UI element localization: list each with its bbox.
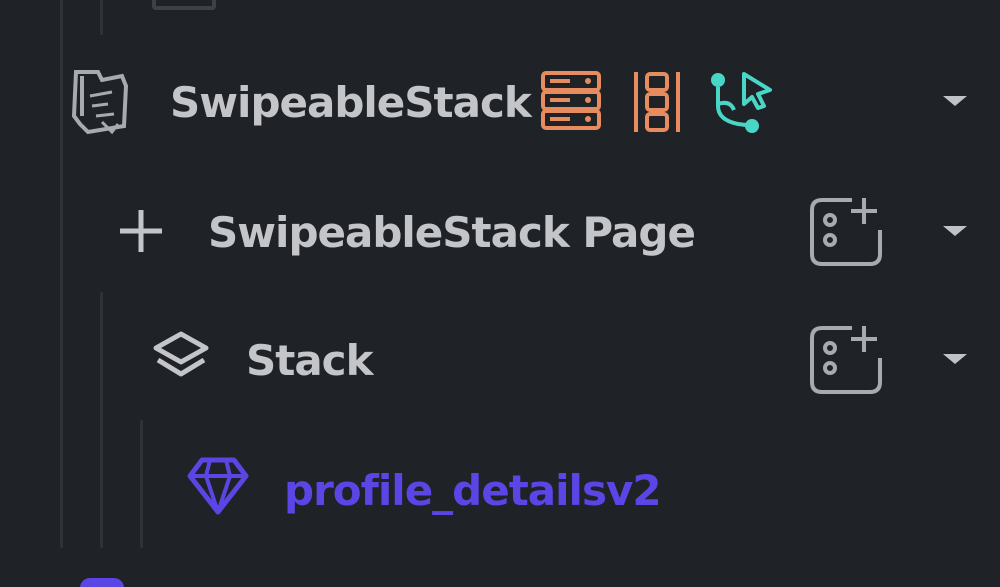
partial-tree-icon <box>80 578 124 587</box>
tree-row-swipeablestack[interactable]: SwipeableStack <box>0 60 1000 150</box>
tree-item-label: profile_detailsv2 <box>284 466 662 515</box>
action-flow-icon[interactable] <box>708 70 776 134</box>
dropdown-caret-icon[interactable] <box>943 96 967 106</box>
dropdown-caret-icon[interactable] <box>943 354 967 364</box>
partial-widget-icon <box>152 0 216 10</box>
dropdown-caret-icon[interactable] <box>943 226 967 236</box>
tree-row-swipeablestack-page[interactable]: SwipeableStack Page <box>0 190 1000 280</box>
add-icon[interactable] <box>118 208 164 254</box>
tree-row-stack[interactable]: Stack <box>0 318 1000 408</box>
add-child-widget-icon[interactable] <box>808 194 884 268</box>
layers-icon <box>152 330 210 388</box>
tree-item-label: Stack <box>246 336 373 385</box>
add-child-widget-icon[interactable] <box>808 322 884 396</box>
component-diamond-icon <box>186 454 250 518</box>
tree-item-label: SwipeableStack Page <box>208 208 696 257</box>
tree-row-profile-detailsv2[interactable]: profile_detailsv2 <box>0 448 1000 538</box>
backend-query-icon[interactable] <box>540 70 602 132</box>
custom-widget-icon <box>68 66 134 138</box>
tree-item-label: SwipeableStack <box>170 78 532 127</box>
tree-guide-line <box>100 0 103 35</box>
split-columns-icon[interactable] <box>632 70 682 134</box>
